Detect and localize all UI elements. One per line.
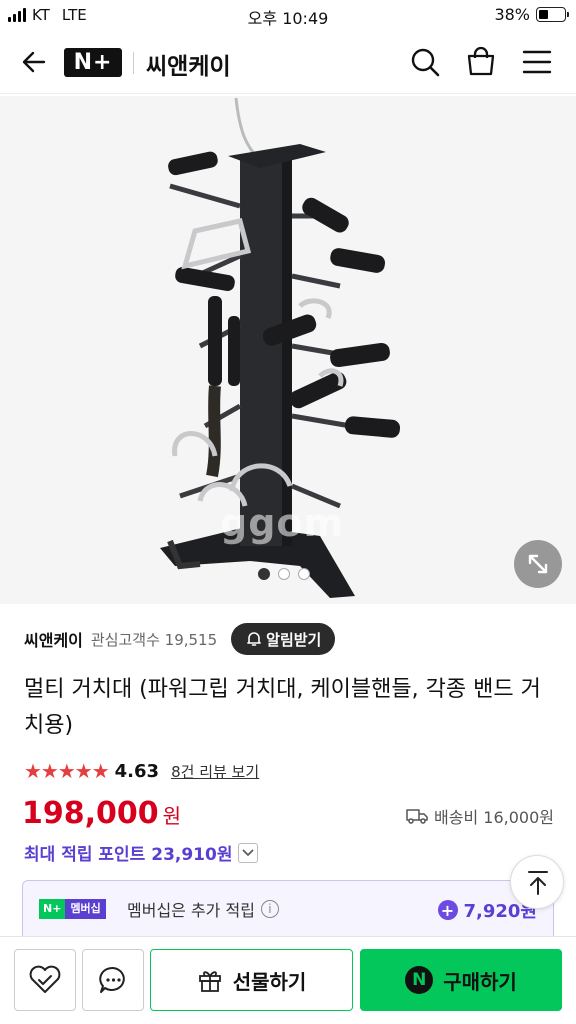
nplus-logo[interactable]: N+ xyxy=(64,48,122,77)
notify-button[interactable]: 알림받기 xyxy=(231,623,336,655)
battery-percent: 38% xyxy=(494,5,530,24)
store-info-row: 씨앤케이 관심고객수 19,515 알림받기 xyxy=(24,623,336,655)
gallery-dot[interactable] xyxy=(278,568,290,580)
membership-badge-nplus: N+ xyxy=(39,899,66,919)
truck-icon xyxy=(406,809,428,824)
price: 198,000 원 xyxy=(22,796,181,831)
search-icon[interactable] xyxy=(408,45,442,79)
app-header: N+ 씨앤케이 xyxy=(0,32,576,94)
scroll-top-button[interactable] xyxy=(510,855,564,909)
rating-score: 4.63 xyxy=(114,760,160,782)
membership-badge: N+ 멤버십 xyxy=(39,899,106,919)
plus-circle-icon: + xyxy=(437,900,458,920)
header-divider xyxy=(133,52,134,74)
status-right: 38% xyxy=(494,5,569,24)
membership-badge-label: 멤버십 xyxy=(65,899,106,919)
gift-label: 선물하기 xyxy=(232,969,307,994)
status-time: 오후 10:49 xyxy=(247,9,329,28)
chat-bubble-icon xyxy=(99,966,125,993)
expand-button[interactable] xyxy=(514,540,562,588)
chevron-down-icon[interactable] xyxy=(238,842,259,863)
reviews-link[interactable]: 8건 리뷰 보기 xyxy=(171,761,259,782)
heart-check-icon xyxy=(29,965,61,993)
rating-stars-icon: ★★★★★ xyxy=(24,759,110,783)
product-image[interactable]: ggom xyxy=(0,96,576,604)
buy-button[interactable]: N 구매하기 xyxy=(360,949,562,1011)
gallery-pagination[interactable] xyxy=(258,568,310,580)
status-bar: KT LTE 오후 10:49 38% xyxy=(0,0,576,30)
info-icon[interactable]: i xyxy=(260,900,279,918)
cart-icon[interactable] xyxy=(464,45,498,79)
store-name[interactable]: 씨앤케이 xyxy=(24,627,83,651)
store-followers: 관심고객수 19,515 xyxy=(90,630,218,649)
gallery-dot[interactable] xyxy=(258,568,270,580)
membership-text: 멤버십은 추가 적립 i xyxy=(127,897,279,921)
shipping-info: 배송비 16,000원 xyxy=(406,804,554,828)
max-points-label: 최대 적립 포인트 23,910원 xyxy=(24,845,233,865)
membership-text-label: 멤버십은 추가 적립 xyxy=(127,901,255,920)
bell-plus-icon xyxy=(247,632,261,646)
battery-icon xyxy=(536,7,569,22)
image-watermark: ggom xyxy=(220,501,345,545)
chat-button[interactable] xyxy=(82,949,144,1011)
max-points[interactable]: 최대 적립 포인트 23,910원 xyxy=(24,840,259,865)
gift-icon xyxy=(198,971,221,992)
wishlist-button[interactable] xyxy=(14,949,76,1011)
expand-icon xyxy=(528,554,548,574)
price-value: 198,000 xyxy=(22,796,159,831)
header-store-name[interactable]: 씨앤케이 xyxy=(146,47,231,81)
arrow-up-icon xyxy=(528,871,548,895)
product-title: 멀티 거치대 (파워그립 거치대, 케이블핸들, 각종 밴드 거치용) xyxy=(24,677,541,738)
gallery-dot[interactable] xyxy=(298,568,310,580)
rating-row: ★★★★★ 4.63 8건 리뷰 보기 xyxy=(24,758,259,784)
shipping-label: 배송비 16,000원 xyxy=(434,808,554,827)
menu-icon[interactable] xyxy=(520,45,554,79)
buy-label: 구매하기 xyxy=(443,969,517,994)
back-arrow-icon[interactable] xyxy=(18,46,50,78)
notify-label: 알림받기 xyxy=(266,630,322,649)
gift-button[interactable]: 선물하기 xyxy=(150,949,353,1011)
price-currency: 원 xyxy=(162,804,182,828)
bottom-action-bar: 선물하기 N 구매하기 xyxy=(0,936,576,1024)
naver-pay-logo: N xyxy=(405,966,434,994)
